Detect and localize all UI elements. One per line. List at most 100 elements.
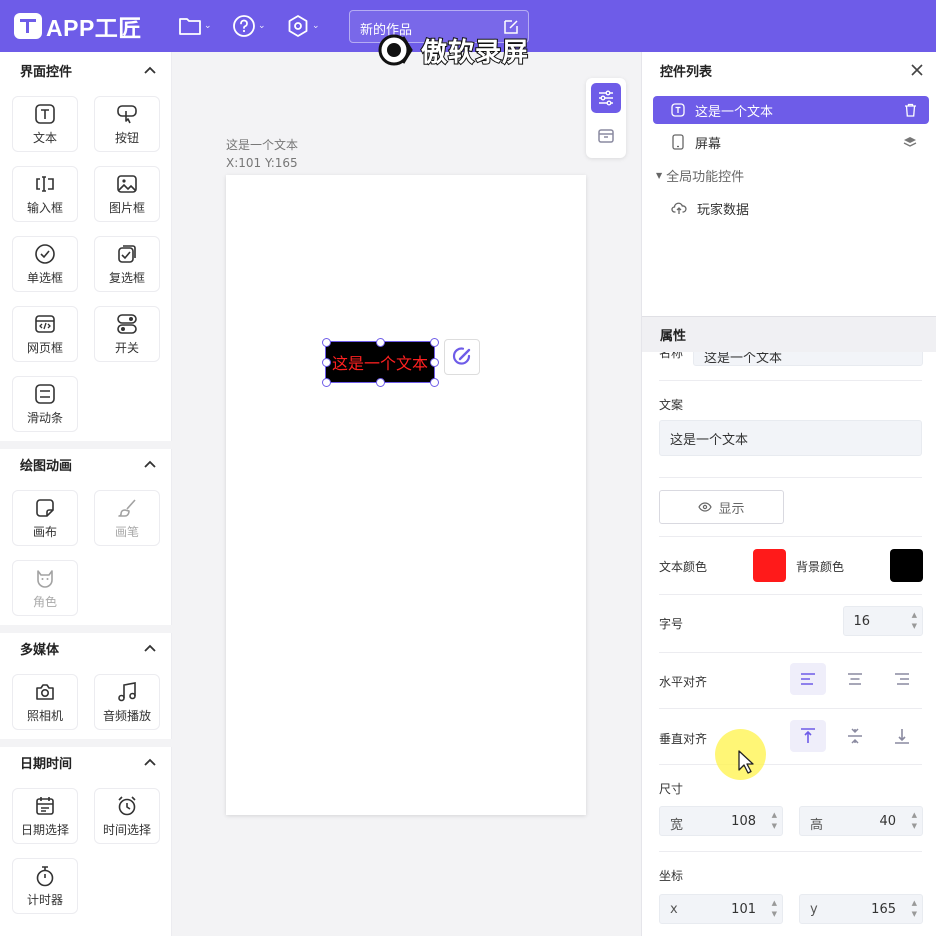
stepper-arrows-icon[interactable]: ▲ ▼	[772, 810, 777, 832]
resize-handle-ne[interactable]	[430, 338, 439, 347]
divider	[659, 477, 922, 478]
folder-icon	[179, 18, 201, 35]
control-item-screen[interactable]: 屏幕	[653, 128, 929, 156]
trash-icon[interactable]	[904, 103, 917, 117]
tool-image[interactable]: 图片框	[94, 166, 160, 222]
layers-icon[interactable]	[903, 136, 917, 148]
tool-button[interactable]: 按钮	[94, 96, 160, 152]
checkbox-icon	[118, 244, 136, 263]
section-title: 多媒体	[20, 642, 60, 658]
stepper-arrows-icon[interactable]: ▲ ▼	[912, 810, 917, 832]
assets-toggle-button[interactable]	[591, 121, 621, 151]
tool-brush: 画笔	[94, 490, 160, 546]
help-menu-button[interactable]: ⌄	[232, 14, 266, 38]
resize-handle-w[interactable]	[322, 358, 331, 367]
help-icon	[233, 15, 255, 37]
widget-edit-button[interactable]	[444, 339, 480, 375]
h-align-center-button[interactable]	[837, 663, 873, 695]
mouse-cursor-icon	[738, 750, 754, 774]
stepper-arrows-icon[interactable]: ▲ ▼	[772, 898, 777, 920]
h-align-right-button[interactable]	[884, 663, 920, 695]
control-list-header: 控件列表	[642, 52, 936, 88]
music-icon	[118, 681, 136, 701]
tool-time-picker[interactable]: 时间选择	[94, 788, 160, 844]
text-color-swatch[interactable]	[753, 549, 786, 582]
resize-handle-sw[interactable]	[322, 378, 331, 387]
brush-icon	[118, 498, 136, 517]
chevron-up-icon[interactable]	[144, 66, 156, 74]
control-item-label: 玩家数据	[697, 202, 750, 218]
section-ui-widgets[interactable]: 界面控件	[0, 54, 172, 86]
section-multimedia[interactable]: 多媒体	[0, 632, 172, 664]
font-size-stepper[interactable]: 16 ▲ ▼	[843, 606, 923, 636]
chevron-up-icon[interactable]	[144, 460, 156, 468]
resize-handle-nw[interactable]	[322, 338, 331, 347]
right-panel: 控件列表 这是一个文本 屏幕 ▼ 全局功能控件 玩家数据 属性 名称 这是一个文…	[641, 52, 936, 936]
tool-switch[interactable]: 开关	[94, 306, 160, 362]
tool-label: 画布	[32, 524, 57, 539]
align-center-icon	[848, 673, 862, 685]
font-size-label: 字号	[659, 617, 684, 631]
chevron-up-icon[interactable]	[144, 644, 156, 652]
v-align-middle-button[interactable]	[837, 720, 873, 752]
v-align-bottom-button[interactable]	[884, 720, 920, 752]
tool-timer[interactable]: 计时器	[12, 858, 78, 914]
phone-screen[interactable]	[226, 175, 586, 815]
stepper-arrows-icon[interactable]: ▲ ▼	[912, 898, 917, 920]
tool-radio[interactable]: 单选框	[12, 236, 78, 292]
chevron-down-icon: ⌄	[312, 21, 320, 31]
tool-slider[interactable]: 滑动条	[12, 376, 78, 432]
h-align-left-button[interactable]	[790, 663, 826, 695]
align-top-icon	[801, 728, 815, 743]
close-icon[interactable]	[911, 64, 923, 76]
global-controls-group[interactable]: ▼ 全局功能控件	[656, 164, 744, 186]
tool-date-picker[interactable]: 日期选择	[12, 788, 78, 844]
control-item-player-data[interactable]: 玩家数据	[653, 194, 929, 222]
tool-checkbox[interactable]: 复选框	[94, 236, 160, 292]
caret-down-icon[interactable]: ▼	[656, 171, 662, 180]
properties-toggle-button[interactable]	[591, 83, 621, 113]
section-drawing-animation[interactable]: 绘图动画	[0, 448, 172, 480]
file-menu-button[interactable]: ⌄	[178, 14, 212, 38]
widget-palette: 界面控件 文本 按钮 输入框 图片框 单选框 复选框 网页框 开关 滑动条 绘图…	[0, 52, 172, 936]
bg-color-swatch[interactable]	[890, 549, 923, 582]
control-item-text[interactable]: 这是一个文本	[653, 96, 929, 124]
recorder-logo-icon	[377, 31, 415, 69]
resize-handle-se[interactable]	[430, 378, 439, 387]
name-input[interactable]: 这是一个文本	[693, 352, 923, 366]
design-canvas[interactable]: 这是一个文本 X:101 Y:165 这是一个文本	[172, 52, 641, 936]
tool-webview[interactable]: 网页框	[12, 306, 78, 362]
text-widget-label: 这是一个文本	[331, 354, 428, 373]
resize-handle-e[interactable]	[430, 358, 439, 367]
text-content-input[interactable]: 这是一个文本	[659, 420, 922, 456]
image-icon	[117, 174, 137, 193]
tool-sprite: 角色	[12, 560, 78, 616]
section-date-time[interactable]: 日期时间	[0, 746, 172, 778]
properties-title: 属性	[660, 329, 687, 344]
text-content-label: 文案	[659, 398, 684, 412]
x-stepper[interactable]: x 101 ▲ ▼	[659, 894, 783, 924]
height-stepper[interactable]: 高 40 ▲ ▼	[799, 806, 923, 836]
input-icon	[36, 175, 54, 192]
text-widget[interactable]: 这是一个文本	[325, 341, 435, 383]
divider	[659, 708, 922, 709]
resize-handle-n[interactable]	[376, 338, 385, 347]
y-stepper[interactable]: y 165 ▲ ▼	[799, 894, 923, 924]
tool-canvas[interactable]: 画布	[12, 490, 78, 546]
tool-text[interactable]: 文本	[12, 96, 78, 152]
stepper-arrows-icon[interactable]: ▲ ▼	[912, 610, 917, 632]
tool-audio-player[interactable]: 音频播放	[94, 674, 160, 730]
chevron-down-icon: ⌄	[258, 21, 266, 31]
width-stepper[interactable]: 宽 108 ▲ ▼	[659, 806, 783, 836]
tool-input[interactable]: 输入框	[12, 166, 78, 222]
settings-menu-button[interactable]: ⌄	[286, 14, 320, 38]
resize-handle-s[interactable]	[376, 378, 385, 387]
chevron-up-icon[interactable]	[144, 758, 156, 766]
tool-label: 照相机	[26, 708, 63, 723]
tool-camera[interactable]: 照相机	[12, 674, 78, 730]
tool-label: 计时器	[26, 892, 63, 907]
visibility-toggle-button[interactable]: 显示	[659, 490, 784, 524]
section-title: 日期时间	[20, 756, 73, 772]
v-align-top-button[interactable]	[790, 720, 826, 752]
stopwatch-icon	[36, 865, 54, 886]
